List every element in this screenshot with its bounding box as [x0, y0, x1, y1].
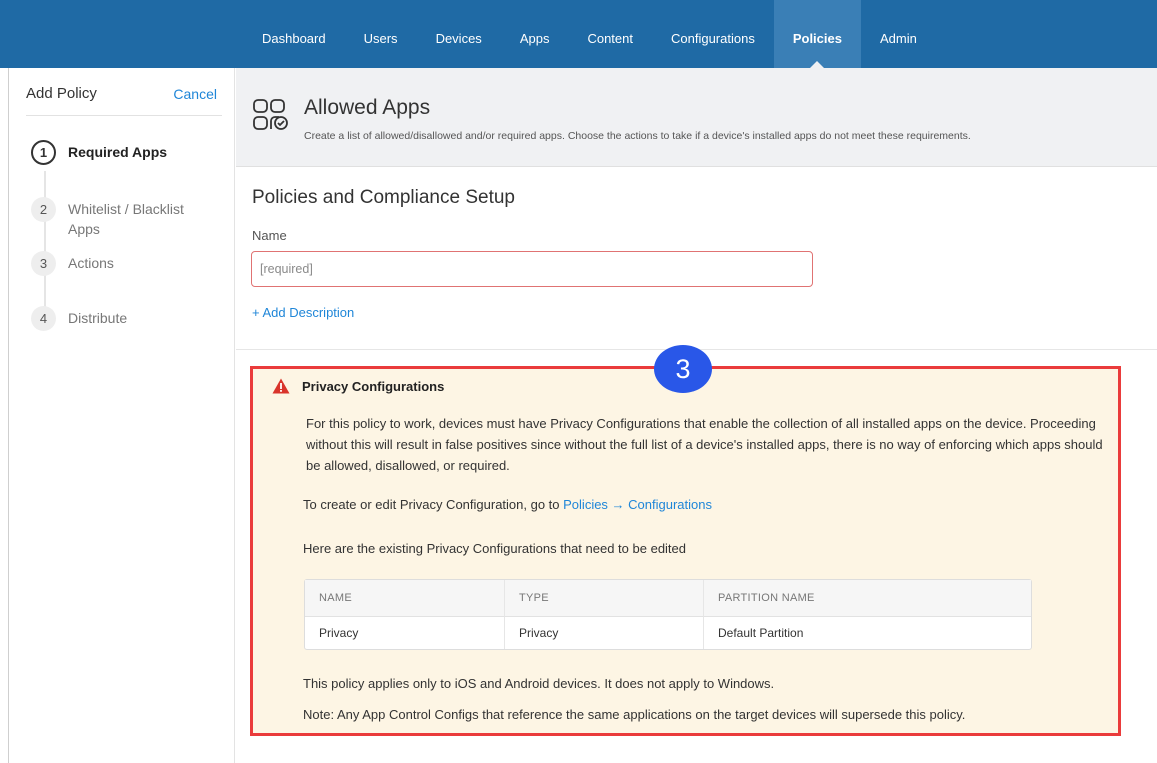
step-number: 1 — [31, 140, 56, 165]
sidebar-title: Add Policy — [26, 85, 97, 102]
step-label: Distribute — [68, 310, 128, 326]
page-header: Allowed Apps Create a list of allowed/di… — [236, 68, 1157, 167]
nav-item-policies[interactable]: Policies — [773, 0, 861, 68]
page-description: Create a list of allowed/disallowed and/… — [304, 130, 971, 142]
nav-item-devices[interactable]: Devices — [417, 0, 501, 68]
nav-item-apps[interactable]: Apps — [501, 0, 569, 68]
name-input[interactable] — [251, 251, 813, 287]
section-title: Policies and Compliance Setup — [252, 187, 515, 208]
privacy-configurations-table: NAME TYPE PARTITION NAME Privacy Privacy… — [304, 579, 1032, 650]
step-whitelist-blacklist-apps[interactable]: 2 Whitelist / Blacklist Apps — [31, 197, 208, 239]
nav-item-admin[interactable]: Admin — [861, 0, 936, 68]
nav-item-content[interactable]: Content — [568, 0, 652, 68]
table-row: Privacy Privacy Default Partition — [305, 617, 1031, 649]
column-header-partition-name: PARTITION NAME — [703, 580, 1031, 617]
nav-item-dashboard[interactable]: Dashboard — [243, 0, 345, 68]
wizard-sidebar: Add Policy Cancel 1 Required Apps 2 Whit… — [8, 68, 235, 763]
step-label: Whitelist / Blacklist Apps — [68, 201, 184, 237]
warning-triangle-icon — [272, 378, 290, 394]
step-number: 4 — [31, 306, 56, 331]
cell-partition-name: Default Partition — [703, 617, 1031, 649]
existing-configs-text: Here are the existing Privacy Configurat… — [303, 541, 687, 556]
step-label: Required Apps — [68, 144, 168, 160]
annotation-badge: 3 — [654, 345, 712, 393]
applies-text: This policy applies only to iOS and Andr… — [303, 676, 775, 691]
sidebar-divider — [26, 115, 222, 116]
top-navigation-bar: Dashboard Users Devices Apps Content Con… — [0, 0, 1157, 68]
step-connector-line — [44, 171, 46, 321]
column-header-type: TYPE — [504, 580, 703, 617]
alert-body-text: For this policy to work, devices must ha… — [306, 416, 1103, 473]
add-description-link[interactable]: + Add Description — [252, 305, 354, 320]
step-number: 3 — [31, 251, 56, 276]
name-label: Name — [252, 228, 287, 243]
cell-type: Privacy — [504, 617, 703, 649]
step-number: 2 — [31, 197, 56, 222]
step-label: Actions — [68, 255, 114, 271]
table-header-row: NAME TYPE PARTITION NAME — [305, 580, 1031, 617]
nav-item-users[interactable]: Users — [345, 0, 417, 68]
step-required-apps[interactable]: 1 Required Apps — [31, 140, 208, 165]
create-config-prefix: To create or edit Privacy Configuration,… — [303, 497, 564, 512]
cancel-link[interactable]: Cancel — [173, 86, 217, 102]
cell-name: Privacy — [319, 626, 359, 640]
step-actions[interactable]: 3 Actions — [31, 251, 208, 276]
note-text: Note: Any App Control Configs that refer… — [303, 707, 966, 722]
page-title: Allowed Apps — [304, 96, 431, 119]
nav-menu: Dashboard Users Devices Apps Content Con… — [243, 0, 936, 68]
nav-item-configurations[interactable]: Configurations — [652, 0, 774, 68]
step-distribute[interactable]: 4 Distribute — [31, 306, 208, 331]
apps-grid-check-icon — [253, 99, 288, 130]
column-header-name: NAME — [305, 580, 504, 617]
alert-title: Privacy Configurations — [302, 379, 445, 394]
create-config-text: To create or edit Privacy Configuration,… — [303, 497, 712, 512]
policies-configurations-link[interactable]: Policies → Configurations — [563, 497, 712, 512]
